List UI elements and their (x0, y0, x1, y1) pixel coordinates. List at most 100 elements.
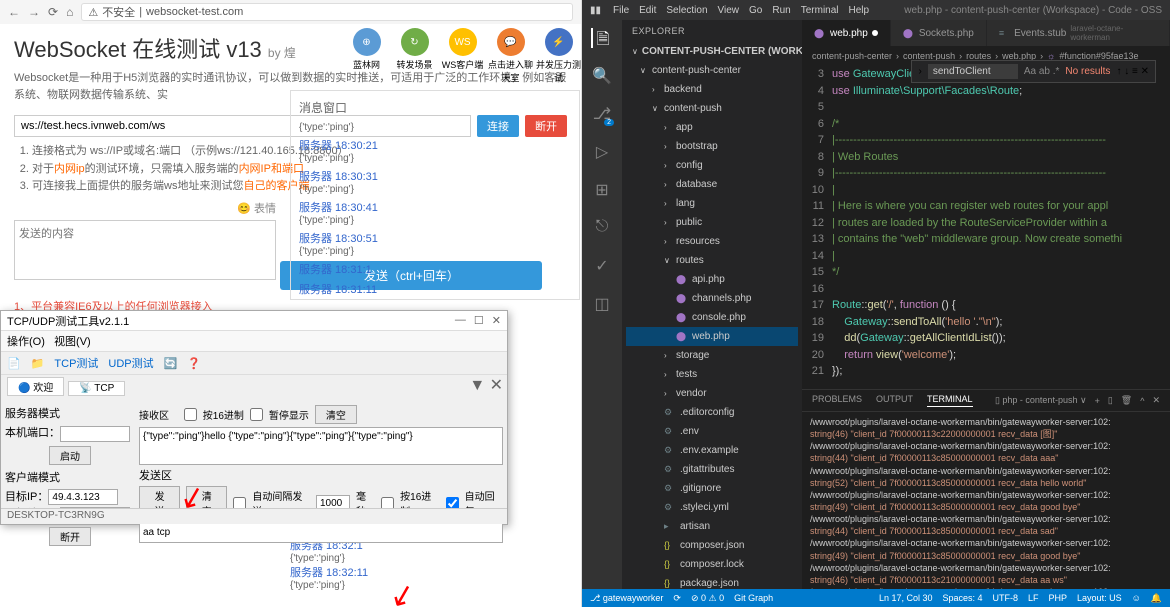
tree-folder[interactable]: ›app (626, 118, 798, 137)
nav-stress[interactable]: ⚡并发压力测试 (536, 28, 581, 84)
remote-icon[interactable]: ⎋ (592, 218, 612, 238)
local-port-input[interactable] (60, 426, 130, 442)
tree-file[interactable]: {}package.json (626, 574, 798, 589)
code-content[interactable]: use GatewayClient\Gateway; use Illuminat… (832, 66, 1170, 389)
tab-events[interactable]: ≡Events.stub laravel-octane-workerman (987, 20, 1170, 46)
editor[interactable]: 3456789101112131415161718192021 use Gate… (802, 66, 1170, 389)
debug-icon[interactable]: ▷ (592, 142, 612, 162)
cursor-pos[interactable]: Ln 17, Col 30 (879, 593, 933, 604)
message-textarea[interactable] (14, 220, 276, 280)
tab-tcp[interactable]: 📡 TCP (68, 381, 125, 396)
scm-icon[interactable]: ⎇2 (592, 104, 612, 124)
nav-lanlin[interactable]: ⊕蓝林网 (344, 28, 389, 84)
start-button[interactable]: 启动 (49, 446, 91, 465)
tree-file[interactable]: {}composer.json (626, 536, 798, 555)
reload-icon[interactable]: ⟳ (48, 5, 58, 19)
menu-operation[interactable]: 操作(O) (7, 336, 45, 348)
menu-view[interactable]: 视图(V) (54, 336, 91, 348)
problems-tab[interactable]: PROBLEMS (812, 394, 862, 407)
tree-folder[interactable]: ›public (626, 213, 798, 232)
new-icon[interactable]: 📄 (7, 357, 21, 370)
layout[interactable]: Layout: US (1077, 593, 1122, 604)
terminal-dropdown[interactable]: ▯ php - content-push ∨ (995, 395, 1087, 406)
target-ip-input[interactable] (48, 489, 118, 505)
home-icon[interactable]: ⌂ (66, 5, 73, 19)
tree-folder[interactable]: ›lang (626, 194, 798, 213)
output-tab[interactable]: OUTPUT (876, 394, 913, 407)
tree-file[interactable]: ⬤api.php (626, 270, 798, 289)
tree-file[interactable]: ⚙.styleci.yml (626, 498, 798, 517)
nav-forward[interactable]: ↻转发场景 (392, 28, 437, 84)
minimize-icon[interactable]: — (455, 314, 466, 327)
menu-terminal[interactable]: Terminal (801, 5, 839, 16)
terminal-split-icon[interactable]: ▯ (1108, 395, 1113, 406)
tree-folder[interactable]: ∨content-push (626, 99, 798, 118)
terminal-trash-icon[interactable]: 🗑 (1121, 395, 1132, 406)
tree-folder[interactable]: ∨content-push-center (626, 61, 798, 80)
nav-chat[interactable]: 💬点击进入聊天室 (488, 28, 533, 84)
tree-file[interactable]: ⚙.editorconfig (626, 403, 798, 422)
tree-folder[interactable]: ›database (626, 175, 798, 194)
terminal-max-icon[interactable]: ^ (1140, 396, 1144, 406)
help-icon[interactable]: ❓ (187, 357, 201, 370)
tree-folder[interactable]: ›backend (626, 80, 798, 99)
tree-file[interactable]: ⬤channels.php (626, 289, 798, 308)
hex-recv-checkbox[interactable] (184, 408, 197, 421)
tree-file[interactable]: ▸artisan (626, 517, 798, 536)
terminal-add-icon[interactable]: + (1095, 396, 1100, 406)
test-icon[interactable]: ✓ (592, 256, 612, 276)
menu-go[interactable]: Go (749, 5, 762, 16)
forward-icon[interactable]: → (28, 5, 40, 19)
search-icon[interactable]: 🔍 (592, 66, 612, 86)
tree-folder[interactable]: ›vendor (626, 384, 798, 403)
close-icon[interactable]: ✕ (492, 314, 501, 327)
refresh-icon[interactable]: 🔄 (164, 357, 178, 370)
find-input[interactable] (928, 64, 1018, 79)
tree-folder[interactable]: ›resources (626, 232, 798, 251)
menu-help[interactable]: Help (849, 5, 870, 16)
tab-welcome[interactable]: 🔵 欢迎 (7, 377, 64, 396)
tab-sockets[interactable]: ⬤Sockets.php (891, 20, 987, 46)
tree-file[interactable]: ⚙.env.example (626, 441, 798, 460)
maximize-icon[interactable]: ☐ (474, 314, 484, 327)
indentation[interactable]: Spaces: 4 (942, 593, 982, 604)
errors-status[interactable]: ⊘ 0 ⚠ 0 (691, 593, 724, 604)
menu-edit[interactable]: Edit (639, 5, 656, 16)
menu-run[interactable]: Run (772, 5, 790, 16)
tree-file[interactable]: {}composer.lock (626, 555, 798, 574)
tree-file[interactable]: ⚙.env (626, 422, 798, 441)
language[interactable]: PHP (1049, 593, 1068, 604)
terminal-output[interactable]: /wwwroot/plugins/laravel-octane-workerma… (802, 412, 1170, 589)
git-graph[interactable]: Git Graph (734, 593, 773, 603)
terminal-close-icon[interactable]: ✕ (1152, 395, 1160, 406)
docker-icon[interactable]: ◫ (592, 294, 612, 314)
menu-selection[interactable]: Selection (666, 5, 707, 16)
feedback-icon[interactable]: ☺ (1132, 593, 1141, 604)
bell-icon[interactable]: 🔔 (1151, 593, 1162, 604)
udp-test-link[interactable]: UDP测试 (108, 355, 153, 371)
find-widget[interactable]: › Aa ab .* No results ↑ ↓ ≡ ✕ (911, 60, 1156, 83)
recv-textarea[interactable]: {"type":"ping"}hello {"type":"ping"}{"ty… (139, 427, 503, 465)
tree-file-active[interactable]: ⬤web.php (626, 327, 798, 346)
encoding[interactable]: UTF-8 (993, 593, 1019, 604)
url-field[interactable]: ⚠ 不安全 | websocket-test.com (81, 3, 573, 21)
terminal-tab[interactable]: TERMINAL (927, 394, 973, 407)
tab-web[interactable]: ⬤web.php (802, 20, 891, 46)
explorer-icon[interactable]: 🗎 (591, 28, 611, 48)
extensions-icon[interactable]: ⊞ (592, 180, 612, 200)
tree-file[interactable]: ⚙.gitattributes (626, 460, 798, 479)
menu-view[interactable]: View (718, 5, 740, 16)
menu-file[interactable]: File (613, 5, 629, 16)
send-textarea[interactable]: aa tcp (139, 523, 503, 543)
clear-recv-button[interactable]: 清空 (315, 405, 357, 424)
eol[interactable]: LF (1028, 593, 1039, 604)
open-icon[interactable]: 📁 (31, 357, 45, 370)
branch-status[interactable]: ⎇ gatewayworker (590, 593, 663, 604)
tree-folder[interactable]: ∨routes (626, 251, 798, 270)
tree-folder[interactable]: ›tests (626, 365, 798, 384)
tcp-test-link[interactable]: TCP测试 (54, 355, 98, 371)
tree-folder[interactable]: ›bootstrap (626, 137, 798, 156)
tree-folder[interactable]: ›storage (626, 346, 798, 365)
pause-checkbox[interactable] (250, 408, 263, 421)
tree-folder[interactable]: ›config (626, 156, 798, 175)
